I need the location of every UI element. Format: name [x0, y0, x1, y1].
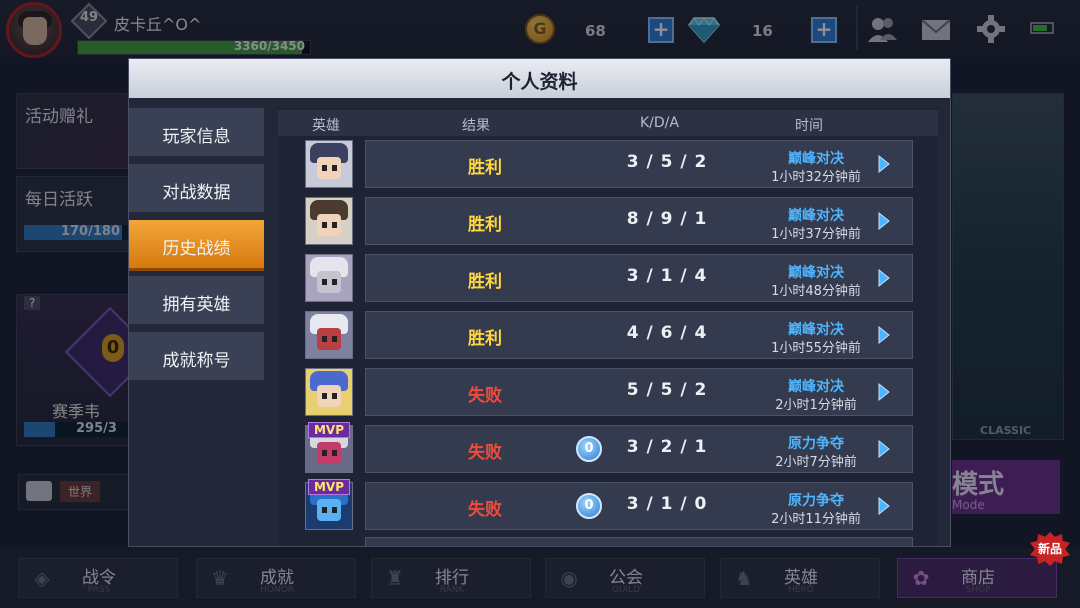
replay-arrow-icon[interactable] [878, 326, 890, 344]
tab-owned-heroes-label: 拥有英雄 [162, 295, 231, 315]
tab-battle-stats-label: 对战数据 [162, 183, 231, 203]
tab-achievements-label: 成就称号 [162, 351, 231, 371]
tab-match-history[interactable]: 历史战绩 [129, 220, 264, 271]
match-mode: 巅峰对决 [788, 322, 844, 338]
match-kda: 3 / 2 / 1 [626, 437, 708, 457]
column-header-result: 结果 [462, 118, 490, 134]
match-result: 胜利 [468, 272, 502, 292]
tab-owned-heroes[interactable]: 拥有英雄 [129, 276, 264, 327]
hero-avatar[interactable] [305, 140, 353, 188]
column-header-hero: 英雄 [312, 118, 340, 134]
column-header-kda: K/D/A [640, 115, 679, 131]
match-result: 胜利 [468, 215, 502, 235]
hero-avatar[interactable] [305, 311, 353, 359]
match-kda: 3 / 1 / 0 [626, 494, 708, 514]
match-mode: 巅峰对决 [788, 379, 844, 395]
match-kda: 5 / 5 / 2 [626, 380, 708, 400]
match-result: 失败 [468, 443, 502, 463]
match-kda: 8 / 9 / 1 [626, 209, 708, 229]
match-result: 失败 [468, 386, 502, 406]
hero-avatar[interactable] [305, 368, 353, 416]
match-time-ago: 1小时32分钟前 [771, 170, 861, 185]
mvp-badge: MVP [308, 422, 350, 438]
match-time-ago: 1小时37分钟前 [771, 227, 861, 242]
match-time-ago: 2小时11分钟前 [771, 512, 861, 527]
replay-arrow-icon[interactable] [878, 497, 890, 515]
match-result: 胜利 [468, 158, 502, 178]
reward-coin-icon: 0 [576, 493, 602, 519]
hero-avatar[interactable] [305, 254, 353, 302]
tab-battle-stats[interactable]: 对战数据 [129, 164, 264, 215]
replay-arrow-icon[interactable] [878, 440, 890, 458]
match-mode: 巅峰对决 [788, 151, 844, 167]
tab-achievements[interactable]: 成就称号 [129, 332, 264, 383]
match-result: 胜利 [468, 329, 502, 349]
reward-coin-icon: 0 [576, 436, 602, 462]
match-time-ago: 1小时48分钟前 [771, 284, 861, 299]
tab-match-history-label: 历史战绩 [162, 239, 231, 259]
replay-arrow-icon[interactable] [878, 155, 890, 173]
match-history-header [278, 110, 938, 136]
match-kda: 3 / 1 / 4 [626, 266, 708, 286]
match-time-ago: 2小时1分钟前 [775, 398, 857, 413]
replay-arrow-icon[interactable] [878, 212, 890, 230]
match-time-ago: 1小时55分钟前 [771, 341, 861, 356]
match-result: 失败 [468, 500, 502, 520]
mvp-badge: MVP [308, 479, 350, 495]
replay-arrow-icon[interactable] [878, 383, 890, 401]
match-mode: 巅峰对决 [788, 265, 844, 281]
match-mode: 原力争夺 [788, 493, 844, 509]
tab-player-info[interactable]: 玩家信息 [129, 108, 264, 159]
match-kda: 3 / 5 / 2 [626, 152, 708, 172]
tab-player-info-label: 玩家信息 [162, 127, 231, 147]
profile-dialog-title: 个人资料 [501, 71, 578, 93]
match-row-partial[interactable] [365, 537, 913, 546]
replay-arrow-icon[interactable] [878, 269, 890, 287]
match-mode: 巅峰对决 [788, 208, 844, 224]
hero-avatar[interactable] [305, 197, 353, 245]
match-time-ago: 2小时7分钟前 [775, 455, 857, 470]
column-header-time: 时间 [795, 118, 823, 134]
match-kda: 4 / 6 / 4 [626, 323, 708, 343]
match-mode: 原力争夺 [788, 436, 844, 452]
